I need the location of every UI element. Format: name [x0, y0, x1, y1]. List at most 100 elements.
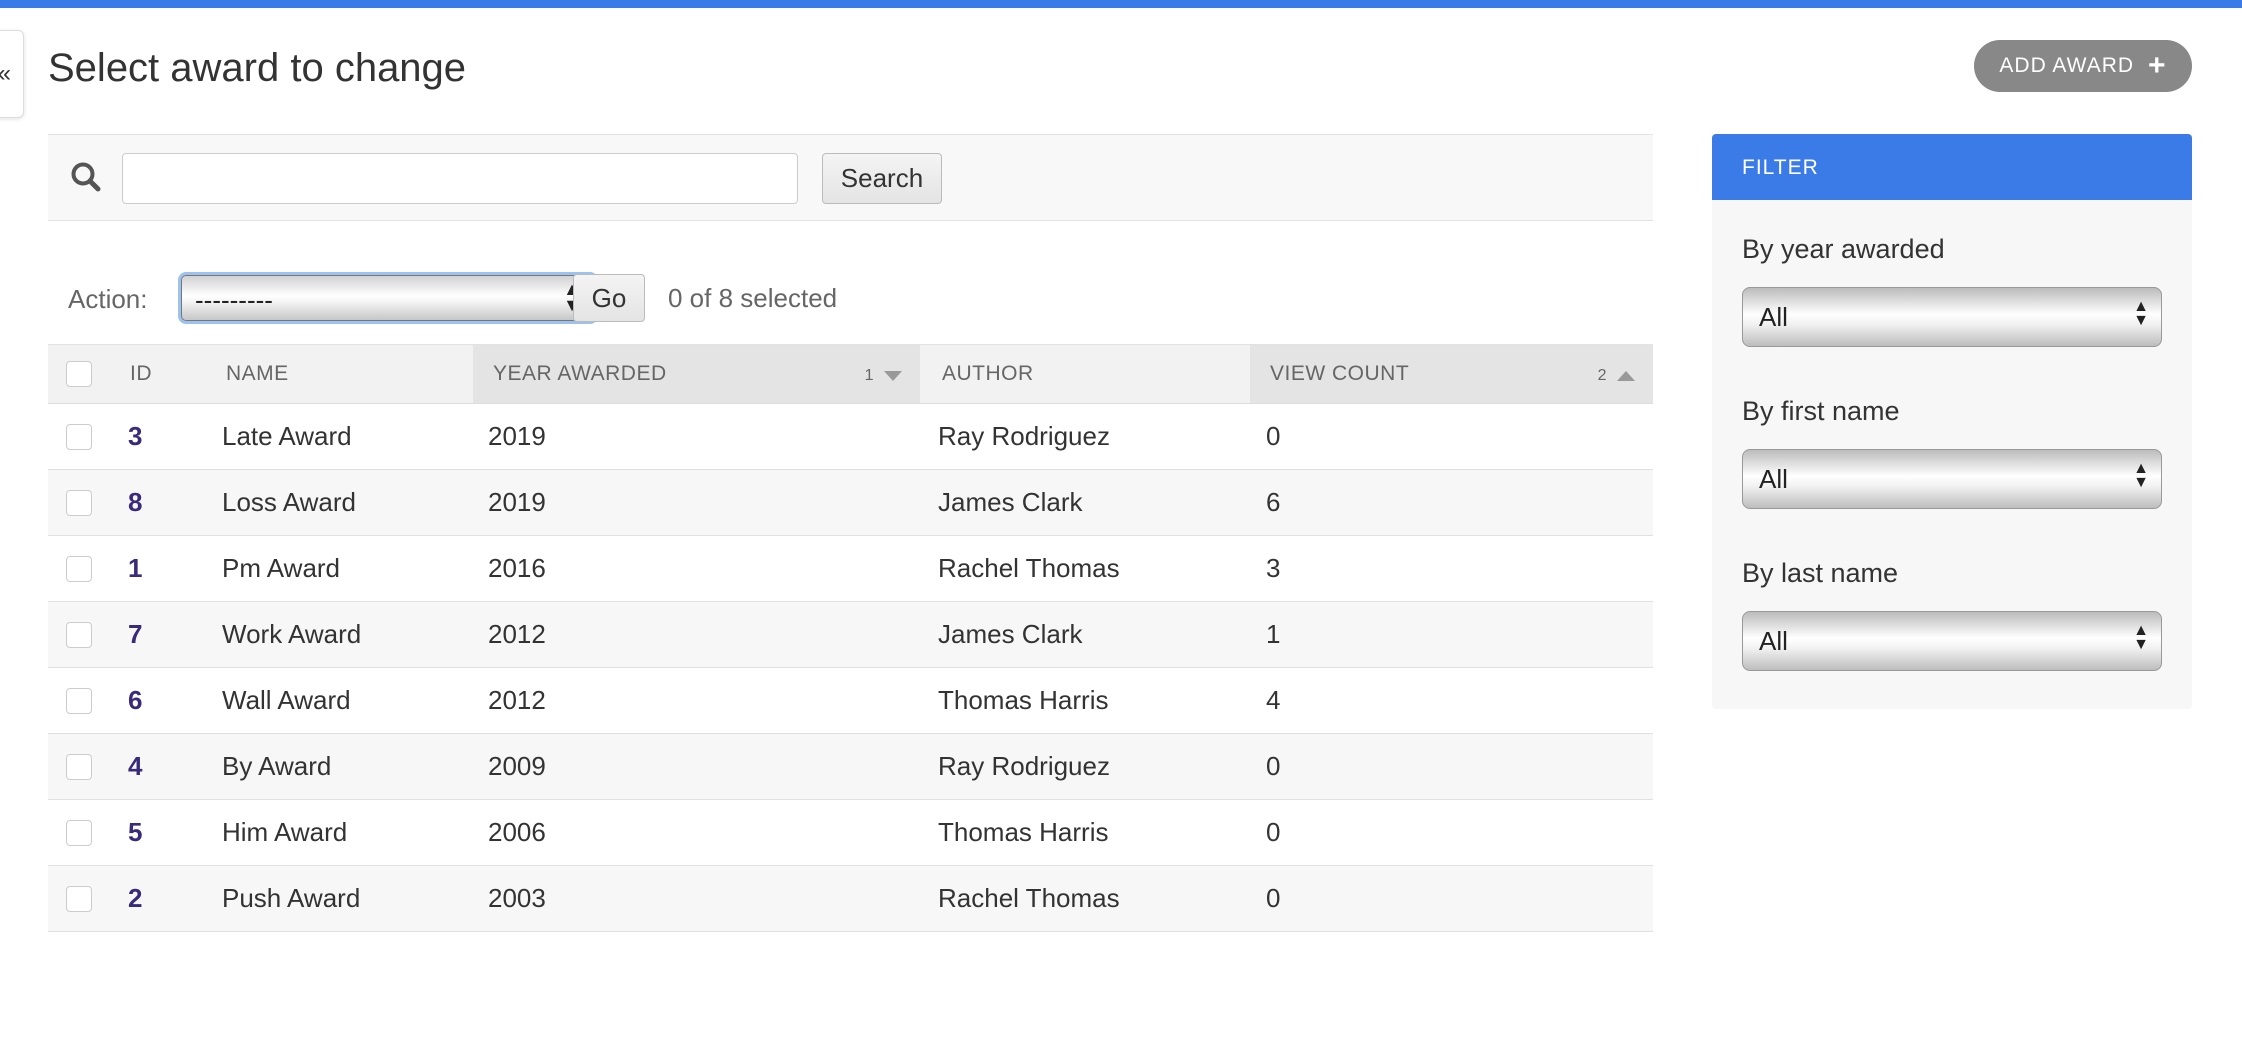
selected-count: 0 of 8 selected	[668, 283, 838, 313]
collapse-icon: «	[0, 60, 11, 88]
search-button[interactable]: Search	[822, 153, 942, 204]
view-count-cell: 0	[1266, 421, 1281, 451]
filter-title: FILTER	[1712, 134, 2192, 200]
id-cell: 2	[128, 866, 142, 931]
table-header: ID NAME YEAR AWARDED 1 AUTHOR VIEW COUNT…	[48, 344, 1653, 404]
author-cell: Rachel Thomas	[938, 883, 1120, 913]
column-header-year-awarded[interactable]: YEAR AWARDED 1	[473, 345, 920, 403]
view-count-cell: 0	[1266, 817, 1281, 847]
table-row: 8 Loss Award 2019 James Clark 6	[48, 470, 1653, 536]
table-row: 3 Late Award 2019 Ray Rodriguez 0	[48, 404, 1653, 470]
filter-select-value: All	[1759, 464, 1788, 494]
author-cell: Rachel Thomas	[938, 553, 1120, 583]
filter-group-first-name: By first name All ▲ ▼	[1742, 396, 2162, 509]
row-id-link[interactable]: 4	[128, 751, 142, 782]
row-select-cell	[66, 734, 92, 799]
filter-select-first-name[interactable]: All ▲ ▼	[1742, 449, 2162, 509]
select-arrows-icon: ▲▼	[2133, 622, 2149, 653]
view-count-cell: 6	[1266, 487, 1281, 517]
id-cell: 1	[128, 536, 142, 601]
row-select-cell	[66, 404, 92, 469]
row-id-link[interactable]: 5	[128, 817, 142, 848]
id-cell: 4	[128, 734, 142, 799]
row-id-link[interactable]: 1	[128, 553, 142, 584]
table-row: 4 By Award 2009 Ray Rodriguez 0	[48, 734, 1653, 800]
add-award-button[interactable]: ADD AWARD +	[1974, 40, 2192, 92]
row-checkbox[interactable]	[66, 687, 92, 714]
row-checkbox[interactable]	[66, 423, 92, 450]
year-cell: 2012	[488, 685, 546, 715]
filter-select-value: All	[1759, 302, 1788, 332]
column-header-author[interactable]: AUTHOR	[942, 345, 1242, 403]
column-header-view-count[interactable]: VIEW COUNT 2	[1250, 345, 1653, 403]
author-cell: Ray Rodriguez	[938, 751, 1110, 781]
row-checkbox[interactable]	[66, 621, 92, 648]
row-checkbox[interactable]	[66, 753, 92, 780]
filter-label: By last name	[1742, 558, 1899, 588]
view-count-cell: 0	[1266, 751, 1281, 781]
table-row: 7 Work Award 2012 James Clark 1	[48, 602, 1653, 668]
author-cell: Thomas Harris	[938, 685, 1109, 715]
column-header-label: NAME	[226, 362, 289, 385]
row-select-cell	[66, 668, 92, 733]
name-cell: By Award	[222, 751, 332, 781]
plus-icon: +	[2148, 49, 2167, 82]
go-button[interactable]: Go	[573, 274, 645, 322]
name-cell: Him Award	[222, 817, 348, 847]
search-toolbar: Search	[48, 134, 1653, 221]
row-id-link[interactable]: 2	[128, 883, 142, 914]
table-row: 1 Pm Award 2016 Rachel Thomas 3	[48, 536, 1653, 602]
table-row: 6 Wall Award 2012 Thomas Harris 4	[48, 668, 1653, 734]
sidebar-toggle-tab[interactable]: «	[0, 30, 24, 118]
row-checkbox[interactable]	[66, 885, 92, 912]
select-arrows-icon: ▲▼	[2133, 460, 2149, 491]
year-cell: 2016	[488, 553, 546, 583]
row-id-link[interactable]: 3	[128, 421, 142, 452]
select-all-checkbox[interactable]	[66, 361, 92, 387]
search-input[interactable]	[122, 153, 798, 204]
id-cell: 5	[128, 800, 142, 865]
column-header-id[interactable]: ID	[130, 345, 220, 403]
top-accent-bar	[0, 0, 2242, 8]
row-id-link[interactable]: 6	[128, 685, 142, 716]
view-count-cell: 4	[1266, 685, 1281, 715]
name-cell: Push Award	[222, 883, 361, 913]
filter-group-year-awarded: By year awarded All ▲ ▼	[1742, 234, 2162, 347]
name-cell: Work Award	[222, 619, 362, 649]
actions-bar: Action: --------- ▲▼ Go 0 of 8 selected	[48, 270, 1048, 326]
page-title: Select award to change	[48, 46, 467, 90]
filter-select-last-name[interactable]: All ▲ ▼	[1742, 611, 2162, 671]
year-cell: 2009	[488, 751, 546, 781]
name-cell: Loss Award	[222, 487, 356, 517]
row-id-link[interactable]: 8	[128, 487, 142, 518]
action-label: Action:	[68, 284, 148, 314]
column-header-label: YEAR AWARDED	[493, 362, 667, 385]
select-all-cell	[66, 345, 106, 403]
sort-descending-icon	[884, 371, 902, 381]
view-count-cell: 3	[1266, 553, 1281, 583]
author-cell: Ray Rodriguez	[938, 421, 1110, 451]
filter-group-last-name: By last name All ▲ ▼	[1742, 558, 2162, 671]
action-select[interactable]: --------- ▲▼	[178, 272, 598, 324]
filter-select-year-awarded[interactable]: All ▲ ▼	[1742, 287, 2162, 347]
add-award-label: ADD AWARD	[1999, 54, 2135, 77]
select-arrows-icon: ▲▼	[2133, 298, 2149, 329]
column-header-label: VIEW COUNT	[1270, 362, 1410, 385]
year-cell: 2003	[488, 883, 546, 913]
name-cell: Wall Award	[222, 685, 351, 715]
year-cell: 2006	[488, 817, 546, 847]
row-id-link[interactable]: 7	[128, 619, 142, 650]
name-cell: Late Award	[222, 421, 352, 451]
row-checkbox[interactable]	[66, 819, 92, 846]
row-select-cell	[66, 800, 92, 865]
row-checkbox[interactable]	[66, 555, 92, 582]
sort-indicator[interactable]: 1	[865, 367, 902, 385]
row-select-cell	[66, 602, 92, 667]
id-cell: 6	[128, 668, 142, 733]
row-checkbox[interactable]	[66, 489, 92, 516]
sort-ascending-icon	[1617, 371, 1635, 381]
sort-indicator[interactable]: 2	[1598, 367, 1635, 385]
author-cell: Thomas Harris	[938, 817, 1109, 847]
name-cell: Pm Award	[222, 553, 341, 583]
view-count-cell: 1	[1266, 619, 1281, 649]
